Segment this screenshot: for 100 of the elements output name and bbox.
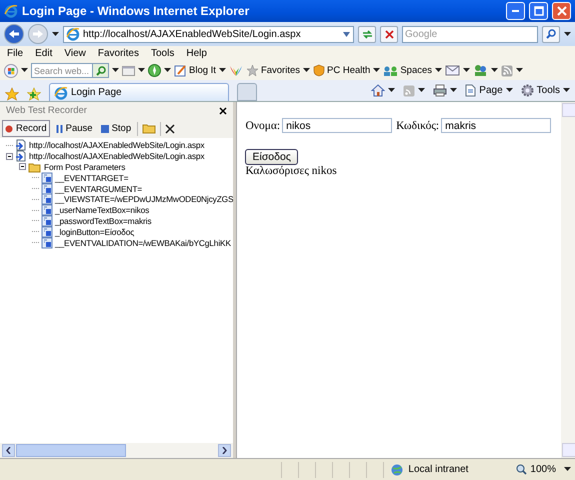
toolbar-button[interactable]: Spaces xyxy=(383,64,432,76)
arrow-right-icon xyxy=(32,29,44,39)
toolbar-button[interactable]: Record xyxy=(2,120,50,137)
home-icon[interactable] xyxy=(371,84,386,97)
printer-icon[interactable] xyxy=(433,84,448,97)
collapse-button[interactable] xyxy=(6,152,13,160)
mail-icon[interactable] xyxy=(445,65,460,76)
command-button[interactable]: Tools xyxy=(520,84,570,97)
tree-item[interactable]: Form Post Parameters xyxy=(44,162,126,172)
pause-icon xyxy=(56,124,63,132)
contacts-icon[interactable] xyxy=(473,64,488,77)
security-zone: Local intranet xyxy=(408,464,468,475)
welcome-message: Καλωσόρισες nikos xyxy=(245,165,338,177)
close-icon[interactable] xyxy=(219,106,228,114)
add-favorite-icon[interactable] xyxy=(27,87,41,101)
parameter-icon xyxy=(41,236,53,249)
stop-button[interactable] xyxy=(380,26,398,42)
menu-item[interactable]: File xyxy=(7,48,24,59)
star-icon xyxy=(246,64,259,77)
web-search-field[interactable]: Search web... xyxy=(31,63,93,78)
caret-icon[interactable] xyxy=(463,68,470,73)
tree-item[interactable]: http://localhost/AJAXEnabledWebSite/Login.aspx xyxy=(29,151,204,162)
toolbar-button[interactable]: Stop xyxy=(98,120,134,137)
caret-icon[interactable] xyxy=(516,68,524,73)
pen-icon xyxy=(174,64,187,77)
toolbar-button[interactable]: Favorites xyxy=(246,64,300,77)
toolbar-button[interactable]: PC Health xyxy=(313,64,370,77)
toolbar-button[interactable]: Blog It xyxy=(174,64,216,77)
search-button[interactable] xyxy=(93,63,109,78)
password-label: Κωδικός: xyxy=(396,120,440,132)
delete-icon[interactable] xyxy=(165,124,176,134)
caret-icon[interactable] xyxy=(564,467,571,472)
caret-icon[interactable] xyxy=(164,68,171,73)
search-button[interactable] xyxy=(542,26,560,42)
record-icon xyxy=(5,124,13,132)
folder-icon[interactable] xyxy=(142,123,156,134)
close-button[interactable] xyxy=(552,2,571,20)
favorites-star-icon[interactable] xyxy=(5,87,19,101)
tree-item[interactable]: _loginButton=Είσοδος xyxy=(55,226,134,237)
search-icon xyxy=(546,29,556,39)
zoom-button[interactable]: 100% xyxy=(516,464,556,475)
minimize-button[interactable] xyxy=(506,2,525,20)
maximize-button[interactable] xyxy=(529,2,548,20)
caret-icon[interactable] xyxy=(506,88,513,93)
chevron-right-icon xyxy=(222,447,228,454)
tree-item[interactable]: _passwordTextBox=makris xyxy=(55,216,152,226)
tree-item[interactable]: http://localhost/AJAXEnabledWebSite/Login.aspx xyxy=(29,140,204,150)
tree-item[interactable]: __EVENTTARGET= xyxy=(55,172,128,183)
username-field[interactable]: nikos xyxy=(282,118,392,133)
search-field[interactable]: Google xyxy=(402,26,538,42)
parameter-icon xyxy=(41,193,53,206)
menu-item[interactable]: Tools xyxy=(150,48,174,59)
caret-icon[interactable] xyxy=(418,88,426,93)
address-field[interactable]: http://localhost/AJAXEnabledWebSite/Login.aspx xyxy=(63,26,354,42)
parameter-icon xyxy=(41,204,53,216)
back-button[interactable] xyxy=(4,24,24,44)
browser-tab[interactable]: Login Page xyxy=(49,83,229,101)
caret-icon[interactable] xyxy=(388,88,396,93)
horizontal-scrollbar[interactable] xyxy=(0,443,234,458)
stop-icon xyxy=(100,124,109,132)
tree-item[interactable]: __EVENTARGUMENT= xyxy=(55,184,142,194)
collapse-button[interactable] xyxy=(19,163,26,170)
caret-icon[interactable] xyxy=(564,32,571,36)
caret-icon[interactable] xyxy=(303,68,310,73)
search-icon xyxy=(96,66,106,76)
page-icon xyxy=(54,86,68,100)
caret-icon[interactable] xyxy=(435,68,442,73)
page-icon xyxy=(66,27,80,41)
panel-title: Web Test Recorder xyxy=(6,105,87,116)
caret-icon[interactable] xyxy=(218,68,226,73)
people-icon xyxy=(383,64,398,76)
caret-icon[interactable] xyxy=(450,88,458,93)
username-label: Ονομα: xyxy=(245,120,280,132)
menu-item[interactable]: Help xyxy=(186,48,207,59)
tree-item[interactable]: __EVENTVALIDATION=/wEWBAKai/bYCgLhiKK xyxy=(55,238,231,248)
tree-item[interactable]: _userNameTextBox=nikos xyxy=(55,205,150,216)
password-field[interactable]: makris xyxy=(441,118,552,133)
close-icon xyxy=(384,30,394,38)
menu-item[interactable]: View xyxy=(64,48,86,59)
caret-icon[interactable] xyxy=(563,88,570,93)
parameter-icon xyxy=(41,226,53,238)
caret-icon[interactable] xyxy=(52,32,59,36)
refresh-button[interactable] xyxy=(358,26,376,42)
shield-icon xyxy=(313,64,326,77)
toolbar-button[interactable]: Pause xyxy=(54,120,95,137)
tree-item[interactable]: __VIEWSTATE=/wEPDwUJMzMwODE0NjcyZGS xyxy=(55,194,234,204)
login-button[interactable]: Είσοδος xyxy=(245,149,298,165)
caret-icon[interactable] xyxy=(491,68,498,73)
maximize-icon xyxy=(534,6,544,16)
caret-icon[interactable] xyxy=(112,68,119,73)
menu-item[interactable]: Favorites xyxy=(98,48,139,59)
windows-flag-icon[interactable] xyxy=(4,64,18,78)
caret-icon[interactable] xyxy=(138,68,145,73)
vertical-scrollbar[interactable] xyxy=(561,102,575,458)
command-button[interactable]: Page xyxy=(465,84,513,97)
menu-item[interactable]: Edit xyxy=(35,48,52,59)
compass-icon[interactable] xyxy=(148,64,161,77)
caret-icon[interactable] xyxy=(21,68,28,73)
caret-icon[interactable] xyxy=(373,68,380,73)
ie-logo-icon xyxy=(4,4,18,18)
